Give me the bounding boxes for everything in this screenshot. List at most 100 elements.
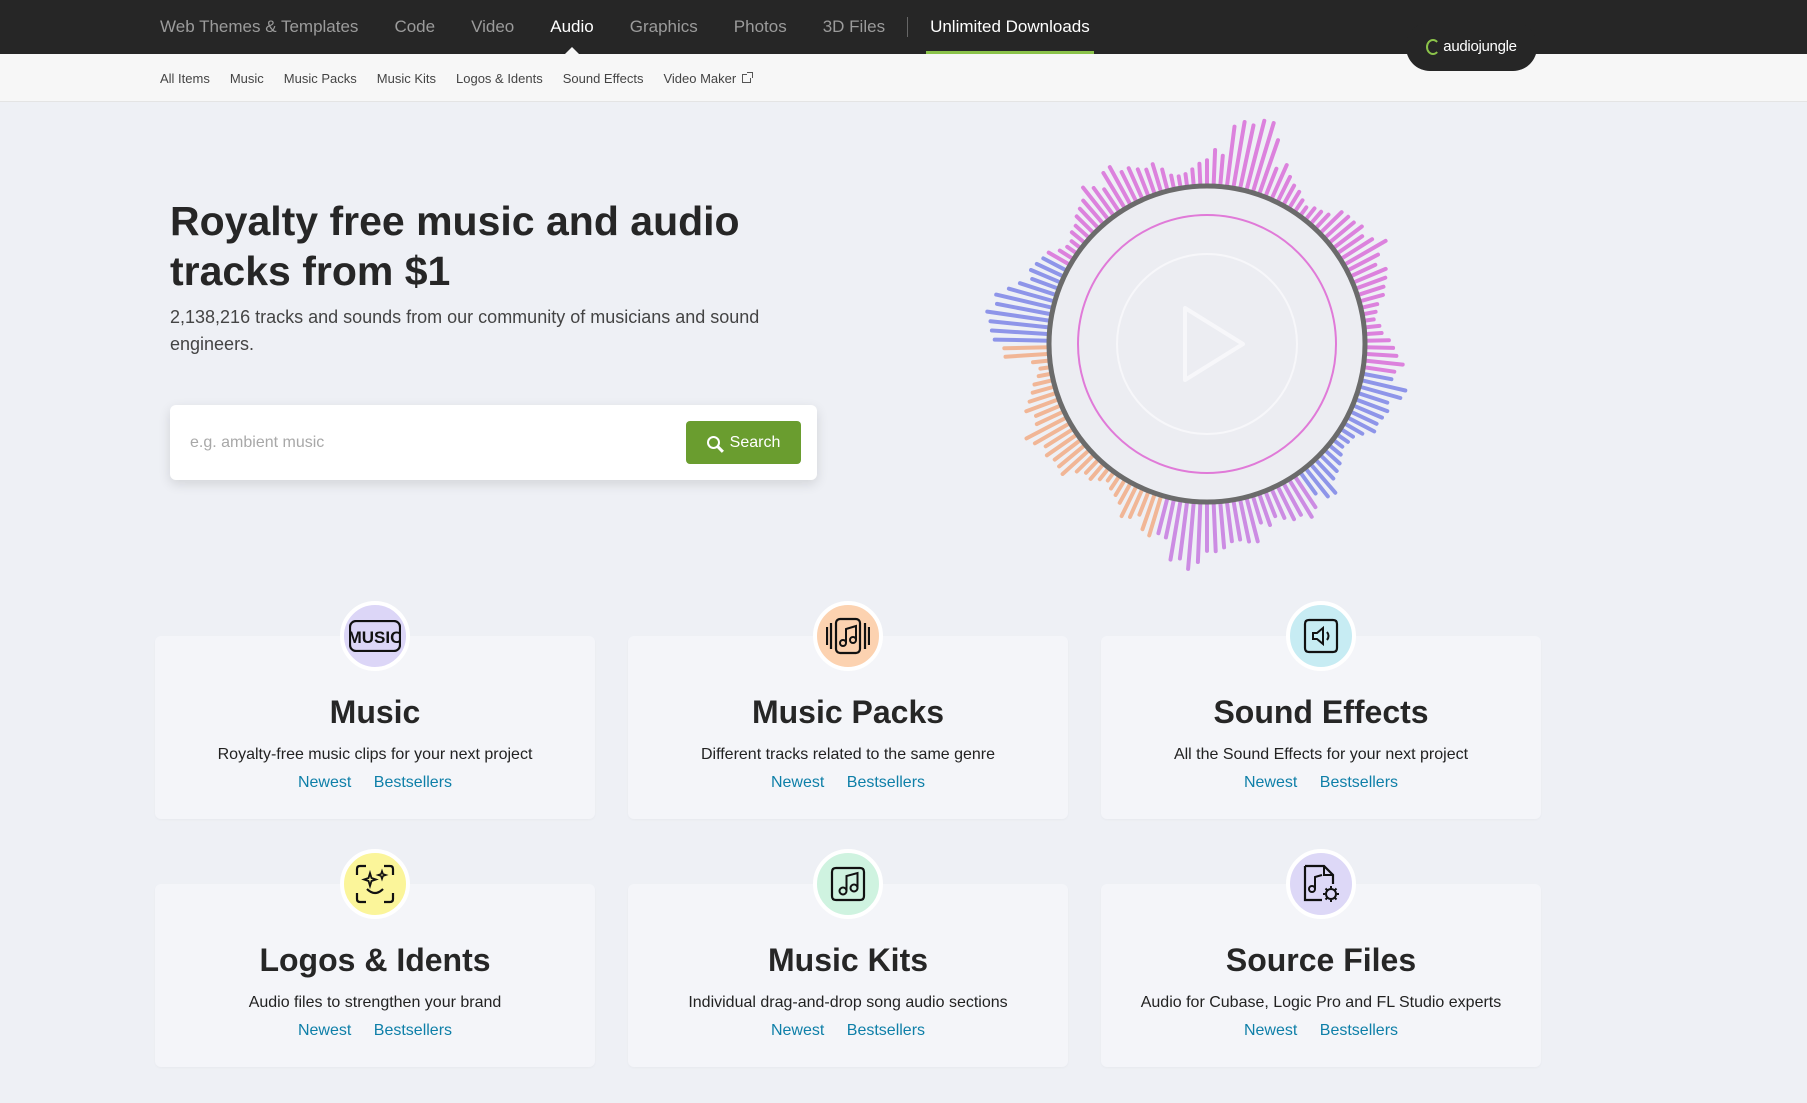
source-files-card-icon-circle <box>1286 849 1356 919</box>
card-description: Individual drag-and-drop song audio sect… <box>688 994 1008 1011</box>
music-packs-card-icon-circle <box>813 601 883 671</box>
waveform-bar <box>1231 497 1243 542</box>
player-outer-ring <box>1046 183 1368 505</box>
category-card-music[interactable]: MUSIC Music Royalty-free music clips for… <box>155 601 595 819</box>
waveform-bar <box>1269 163 1289 202</box>
card-description: All the Sound Effects for your next proj… <box>1173 746 1469 763</box>
sub-nav: All Items Music Music Packs Music Kits L… <box>0 54 1807 102</box>
card-title: Sound Effects <box>1213 694 1429 730</box>
waveform-bar <box>1362 331 1384 337</box>
leaf-icon <box>1426 38 1441 55</box>
subnav-sound-effects[interactable]: Sound Effects <box>563 71 644 86</box>
category-card-music-packs[interactable]: Music Packs Different tracks related to … <box>628 601 1068 819</box>
waveform-bar <box>1195 499 1203 564</box>
card-links: Newest Bestsellers <box>628 1022 1068 1040</box>
newest-link[interactable]: Newest <box>298 774 351 791</box>
topnav-code[interactable]: Code <box>394 0 435 54</box>
subnav-video-maker-label: Video Maker <box>663 70 737 86</box>
subnav-all-items[interactable]: All Items <box>160 71 210 86</box>
waveform-bar <box>1361 365 1397 374</box>
card-description: Different tracks related to the same gen… <box>700 746 996 763</box>
music-pack-icon <box>826 617 870 655</box>
file-gear-icon <box>1303 864 1339 902</box>
music-card-icon-circle: MUSIC <box>340 601 410 671</box>
sparkle-face-icon <box>355 864 395 904</box>
search-input[interactable] <box>190 425 670 461</box>
newest-link[interactable]: Newest <box>771 774 824 791</box>
waveform-bar <box>1218 499 1227 550</box>
category-card-music-kits[interactable]: Music Kits Individual drag-and-drop song… <box>628 849 1068 1067</box>
newest-link[interactable]: Newest <box>298 1022 351 1039</box>
bestsellers-link[interactable]: Bestsellers <box>847 774 925 791</box>
waveform-bar <box>1190 167 1196 189</box>
card-title: Music <box>329 694 421 730</box>
waveform-bar <box>1357 292 1385 304</box>
waveform-bar <box>1077 206 1101 231</box>
topnav-video[interactable]: Video <box>471 0 514 54</box>
waveform-bar <box>1003 351 1052 359</box>
waveform-bar <box>1363 338 1391 343</box>
category-card-logos-idents[interactable]: Logos & Idents Audio files to strengthen… <box>155 849 595 1067</box>
svg-text:MUSIC: MUSIC <box>349 628 401 647</box>
topnav-unlimited-downloads[interactable]: Unlimited Downloads <box>926 0 1094 54</box>
card-links: Newest Bestsellers <box>1101 774 1541 792</box>
waveform-bar <box>1031 358 1052 365</box>
newest-link[interactable]: Newest <box>1244 774 1297 791</box>
bestsellers-link[interactable]: Bestsellers <box>374 774 452 791</box>
waveform-bar <box>1211 148 1218 189</box>
page-title: Royalty free music and audio tracks from… <box>170 198 740 294</box>
music-kits-card-icon-circle <box>813 849 883 919</box>
card-description: Audio for Cubase, Logic Pro and FL Studi… <box>1140 994 1502 1011</box>
waveform-bar <box>1197 161 1203 189</box>
subnav-video-maker[interactable]: Video Maker <box>663 70 754 86</box>
bestsellers-link[interactable]: Bestsellers <box>1320 774 1398 791</box>
category-card-source-files[interactable]: Source Files Audio for Cubase, Logic Pro… <box>1101 849 1541 1067</box>
waveform-bar <box>1362 358 1405 367</box>
audiojungle-logo[interactable]: audiojungle <box>1406 22 1537 71</box>
subnav-music-kits[interactable]: Music Kits <box>377 71 436 86</box>
bestsellers-link[interactable]: Bestsellers <box>1320 1022 1398 1039</box>
sound-effects-card-icon-circle <box>1286 601 1356 671</box>
waveform-bar <box>1160 167 1170 193</box>
card-title: Music Kits <box>767 942 929 978</box>
waveform-bar <box>1358 302 1380 310</box>
subnav-music[interactable]: Music <box>230 71 264 86</box>
topnav-graphics[interactable]: Graphics <box>630 0 698 54</box>
card-title: Music Packs <box>751 694 945 730</box>
waveform-bar <box>1211 499 1218 554</box>
waveform-bar <box>1362 351 1399 358</box>
nav-divider <box>907 17 909 37</box>
newest-link[interactable]: Newest <box>771 1022 824 1039</box>
card-links: Newest Bestsellers <box>155 1022 595 1040</box>
topnav-web-themes[interactable]: Web Themes & Templates <box>160 0 358 54</box>
waveform-bar <box>1363 345 1396 350</box>
external-link-icon <box>742 71 754 83</box>
waveform-bar <box>988 319 1052 330</box>
topnav-audio[interactable]: Audio <box>550 0 594 54</box>
card-links: Newest Bestsellers <box>628 774 1068 792</box>
subnav-music-packs[interactable]: Music Packs <box>284 71 357 86</box>
bestsellers-link[interactable]: Bestsellers <box>847 1022 925 1039</box>
logos-idents-card-icon-circle <box>340 849 410 919</box>
search-button[interactable]: Search <box>686 421 801 464</box>
music-note-icon <box>830 866 866 902</box>
hero-subtitle: 2,138,216 tracks and sounds from our com… <box>170 307 760 354</box>
card-description: Audio files to strengthen your brand <box>248 994 502 1011</box>
waveform-bar <box>1360 371 1394 382</box>
subnav-logos-idents[interactable]: Logos & Idents <box>456 71 543 86</box>
search-icon <box>706 436 720 449</box>
category-card-sound-effects[interactable]: Sound Effects All the Sound Effects for … <box>1101 601 1541 819</box>
music-text-icon: MUSIC <box>349 620 401 652</box>
waveform-bar <box>1032 378 1056 387</box>
audio-waveform-visual <box>985 118 1408 571</box>
bestsellers-link[interactable]: Bestsellers <box>374 1022 452 1039</box>
newest-link[interactable]: Newest <box>1244 1022 1297 1039</box>
topnav-photos[interactable]: Photos <box>734 0 787 54</box>
search-box: Search <box>170 405 817 480</box>
waveform-bar <box>1218 153 1225 189</box>
card-links: Newest Bestsellers <box>1101 1022 1541 1040</box>
waveform-bar <box>1030 384 1057 395</box>
waveform-bar <box>1186 499 1196 571</box>
topnav-3d-files[interactable]: 3D Files <box>823 0 885 54</box>
card-title: Source Files <box>1225 942 1417 978</box>
